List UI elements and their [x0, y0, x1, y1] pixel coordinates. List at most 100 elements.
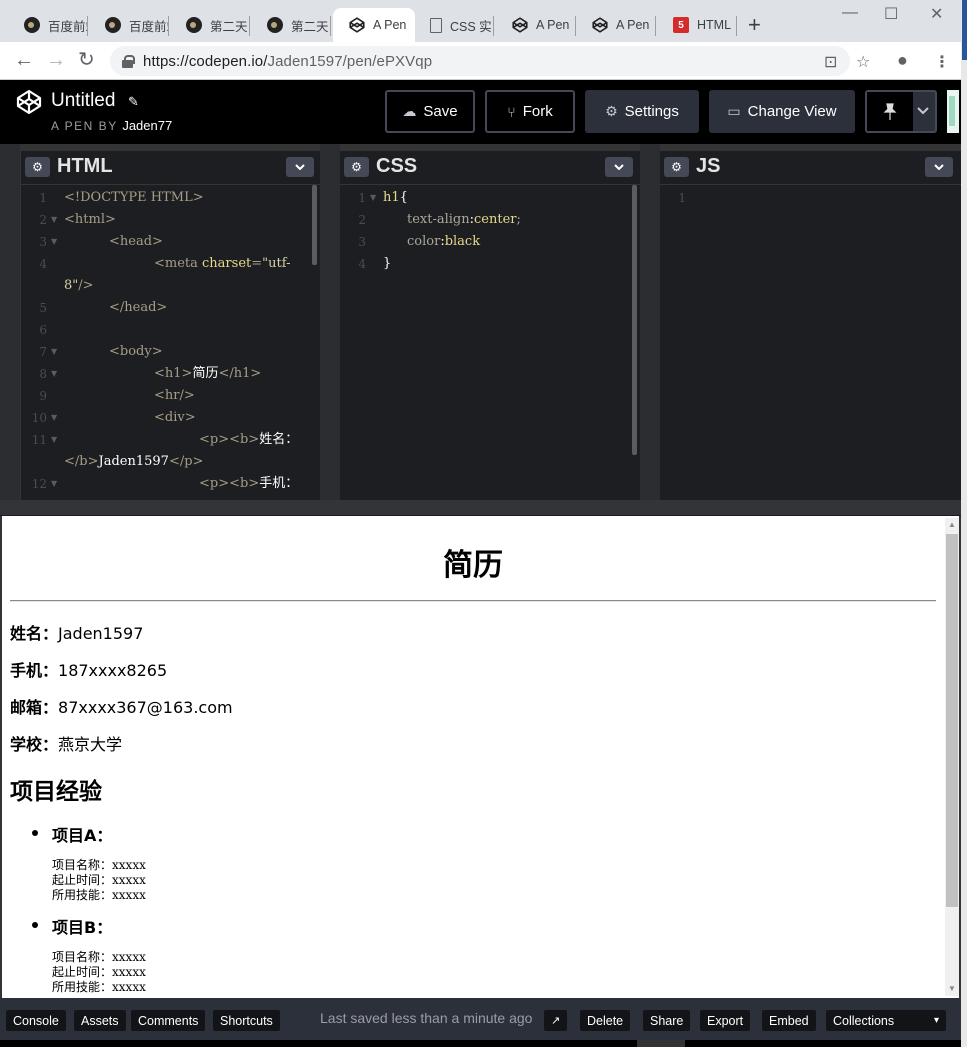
- preview-resizer[interactable]: [0, 500, 961, 516]
- change-view-button[interactable]: ▭ Change View: [709, 90, 855, 133]
- fold-arrow-icon[interactable]: ▼: [370, 187, 376, 209]
- code-text: <hr/>: [154, 385, 195, 407]
- share-button[interactable]: Share: [643, 1010, 691, 1031]
- shortcuts-button[interactable]: Shortcuts: [213, 1010, 280, 1031]
- code-token: h1: [383, 190, 400, 205]
- line-number: 5: [39, 301, 47, 315]
- css-editor-chevron-down-icon[interactable]: [605, 157, 633, 177]
- forward-button[interactable]: →: [46, 50, 66, 70]
- codepen-logo-icon[interactable]: [16, 89, 42, 115]
- settings-button[interactable]: ⚙ Settings: [585, 90, 699, 133]
- pen-byline: A PEN BY Jaden77: [51, 118, 172, 133]
- browser-tab[interactable]: CSS 实: [414, 8, 494, 42]
- browser-toolbar: ← → ↻ https://codepen.io/Jaden1597/pen/e…: [0, 42, 961, 80]
- embed-button[interactable]: Embed: [762, 1010, 816, 1031]
- tab-separator: [736, 16, 737, 36]
- info-label: 学校：: [10, 735, 59, 754]
- browser-tab[interactable]: 5 HTML: [657, 8, 737, 42]
- browser-tab[interactable]: A Pen✕: [333, 8, 415, 42]
- code-text: <p><b>手机：: [199, 473, 298, 495]
- url-text[interactable]: https://codepen.io/Jaden1597/pen/ePXVqp: [143, 53, 432, 70]
- css-editor-scrollbar[interactable]: [632, 185, 637, 455]
- html-settings-gear-icon[interactable]: ⚙: [25, 157, 50, 177]
- fold-arrow-icon[interactable]: ▼: [51, 407, 57, 429]
- browser-tab[interactable]: A Pen: [496, 8, 576, 42]
- reload-button[interactable]: ↻: [78, 50, 95, 70]
- back-button[interactable]: ←: [14, 50, 34, 70]
- line-number: 3: [39, 235, 47, 249]
- translate-icon[interactable]: ⊡: [824, 52, 837, 72]
- save-button[interactable]: ☁ Save: [385, 90, 475, 133]
- preview-scrollbar-thumb[interactable]: [946, 534, 958, 907]
- html-editor: ⚙ HTML 1 <!DOCTYPE HTML> 2 ▼ <html> 3 ▼ <head> 4…: [21, 151, 320, 500]
- code-token: =: [251, 256, 263, 271]
- editor-resizer-2[interactable]: [640, 144, 660, 500]
- code-token: charset: [202, 256, 252, 271]
- code-token: "utf-: [262, 256, 291, 271]
- account-avatar[interactable]: [947, 90, 959, 133]
- tab-separator: [330, 16, 331, 36]
- project-details: 项目名称：xxxxx 起止时间：xxxxx 所用技能：xxxxx: [32, 858, 146, 903]
- fold-arrow-icon[interactable]: ▼: [51, 231, 57, 253]
- editor-resizer-1[interactable]: [320, 144, 340, 500]
- browser-tab[interactable]: 百度前端: [8, 8, 88, 42]
- line-number: 6: [39, 323, 47, 337]
- pin-icon[interactable]: [867, 92, 913, 131]
- fold-arrow-icon[interactable]: ▼: [51, 363, 57, 385]
- browser-tab[interactable]: 第二天: [170, 8, 250, 42]
- js-editor-chevron-down-icon[interactable]: [925, 157, 953, 177]
- window-edge: [961, 0, 967, 1047]
- maximize-button[interactable]: ☐: [884, 4, 898, 24]
- browser-tab[interactable]: 百度前端: [89, 8, 169, 42]
- projects-heading: 项目经验: [10, 779, 102, 805]
- css-settings-gear-icon[interactable]: ⚙: [344, 157, 369, 177]
- minimize-button[interactable]: —: [842, 4, 858, 22]
- new-tab-button[interactable]: +: [748, 12, 761, 38]
- pen-title[interactable]: Untitled: [51, 90, 115, 112]
- browser-tab[interactable]: 第二天: [251, 8, 331, 42]
- pen-author-link[interactable]: Jaden77: [122, 118, 172, 133]
- detail-label: 所用技能：: [52, 888, 113, 902]
- browser-tab-label: 百度前端: [129, 19, 169, 34]
- browser-tab[interactable]: A Pen: [576, 8, 656, 42]
- fold-arrow-icon[interactable]: ▼: [51, 473, 57, 495]
- preview-scrollbar[interactable]: ▲ ▼: [945, 518, 959, 996]
- collections-dropdown[interactable]: Collections ▾: [826, 1010, 946, 1031]
- html-editor-scrollbar[interactable]: [312, 185, 317, 265]
- code-token: black: [444, 234, 481, 249]
- edit-title-pencil-icon[interactable]: ✎: [128, 94, 139, 110]
- info-row: 邮箱：87xxxx367@163.com: [10, 694, 233, 718]
- fork-button[interactable]: ⑂ Fork: [485, 90, 575, 133]
- browser-tab-label: A Pen: [373, 18, 407, 32]
- scroll-up-arrow-icon[interactable]: ▲: [948, 520, 956, 529]
- code-text: </head>: [109, 297, 167, 319]
- project-detail-row: 项目名称：xxxxx: [52, 858, 146, 873]
- line-number: 2: [358, 213, 366, 227]
- js-settings-gear-icon[interactable]: ⚙: [664, 157, 689, 177]
- html5-icon: 5: [673, 17, 689, 33]
- html-editor-chevron-down-icon[interactable]: [286, 157, 314, 177]
- lock-icon: [122, 54, 135, 68]
- open-external-icon[interactable]: ↗: [544, 1010, 568, 1031]
- console-button[interactable]: Console: [6, 1010, 66, 1031]
- html-editor-title: HTML: [57, 155, 113, 177]
- export-button[interactable]: Export: [700, 1010, 751, 1031]
- detail-value: xxxxx: [112, 950, 146, 964]
- project-title: 项目B：: [32, 914, 146, 938]
- dark-favicon: [267, 17, 283, 33]
- fold-arrow-icon[interactable]: ▼: [51, 429, 57, 451]
- close-window-button[interactable]: ✕: [930, 4, 943, 24]
- assets-button[interactable]: Assets: [74, 1010, 126, 1031]
- comments-button[interactable]: Comments: [131, 1010, 206, 1031]
- delete-button[interactable]: Delete: [580, 1010, 631, 1031]
- fold-arrow-icon[interactable]: ▼: [51, 341, 57, 363]
- profile-icon[interactable]: ●: [897, 50, 908, 71]
- code-text: <!DOCTYPE HTML>: [64, 187, 204, 209]
- code-token: }: [383, 256, 392, 271]
- address-bar[interactable]: https://codepen.io/Jaden1597/pen/ePXVqp: [110, 46, 850, 76]
- chevron-down-icon[interactable]: [917, 102, 929, 118]
- browser-menu-icon[interactable]: ⋮: [934, 52, 950, 72]
- bookmark-star-icon[interactable]: ☆: [856, 52, 870, 72]
- scroll-down-arrow-icon[interactable]: ▼: [948, 984, 956, 993]
- fold-arrow-icon[interactable]: ▼: [51, 209, 57, 231]
